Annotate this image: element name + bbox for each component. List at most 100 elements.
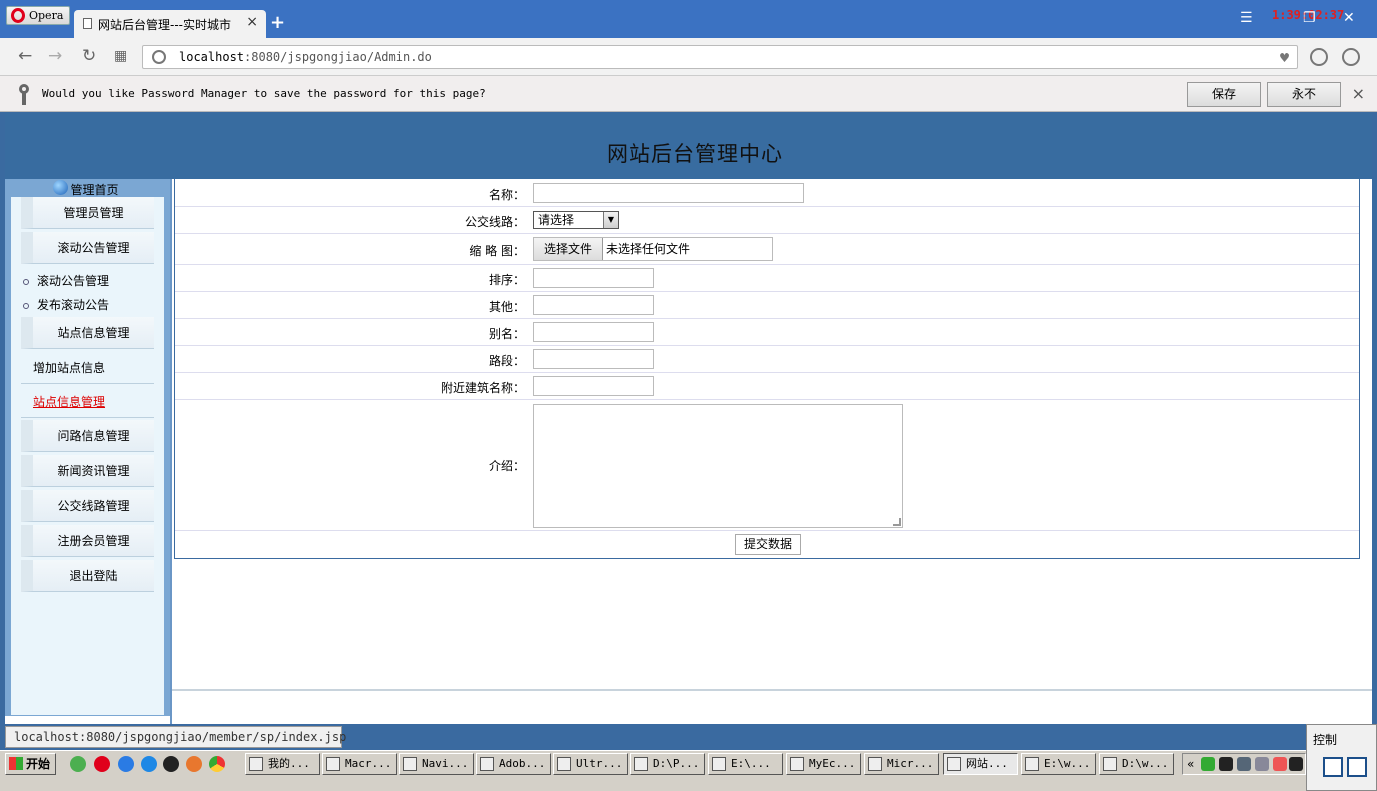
qq-icon[interactable]: [163, 756, 179, 772]
app-icon: [326, 757, 340, 771]
close-window-icon[interactable]: ✕: [1343, 10, 1355, 26]
opera-menu-button[interactable]: Opera: [6, 6, 70, 25]
form-row-intro: 介绍：: [175, 400, 1359, 531]
tab-active[interactable]: 网站后台管理---实时城市 ×: [74, 10, 266, 38]
heart-icon[interactable]: ♥: [1280, 47, 1289, 69]
network-icon[interactable]: [1237, 757, 1251, 771]
task-label: Ultr...: [576, 757, 623, 770]
tab-menu-icon[interactable]: ☰: [1240, 10, 1253, 26]
main-content: 名称： 公交线路： 请选择 ▼ 缩 略 图： 选择文件 未选择任何文件 排序： …: [170, 179, 1372, 724]
task-item[interactable]: Micr...: [864, 753, 939, 775]
choose-file-button[interactable]: 选择文件: [534, 238, 603, 260]
form-row-route: 公交线路： 请选择 ▼: [175, 207, 1359, 234]
task-label: Navi...: [422, 757, 469, 770]
sidebar-item-notice[interactable]: 滚动公告管理: [21, 232, 154, 264]
volume-icon[interactable]: [1255, 757, 1269, 771]
tray-expand-icon[interactable]: «: [1187, 757, 1194, 771]
sidebar-subitem-notice-publish[interactable]: 发布滚动公告: [23, 296, 109, 313]
sidebar-link-station-manage[interactable]: 站点信息管理: [21, 386, 154, 418]
task-item[interactable]: D:\w...: [1099, 753, 1174, 775]
tray-app-icon[interactable]: [1201, 757, 1215, 771]
control-panel: 控制: [1306, 724, 1377, 791]
ie-icon[interactable]: [118, 756, 134, 772]
route-label: 公交线路：: [464, 215, 525, 229]
address-bar: ← → ↻ ▦ localhost:8080/jspgongjiao/Admin…: [0, 38, 1377, 76]
never-save-button[interactable]: 永不: [1267, 82, 1341, 107]
thumbnail-file-input[interactable]: 选择文件 未选择任何文件: [533, 237, 773, 261]
pause-icon[interactable]: [1323, 757, 1343, 777]
sidebar-subitem-notice-manage[interactable]: 滚动公告管理: [23, 272, 109, 289]
control-label: 控制: [1313, 733, 1338, 747]
name-input[interactable]: [533, 183, 804, 203]
task-item[interactable]: D:\P...: [630, 753, 705, 775]
alias-input[interactable]: [533, 322, 654, 342]
building-input[interactable]: [533, 376, 654, 396]
browser-s-icon[interactable]: [141, 756, 157, 772]
app-icon: [790, 757, 804, 771]
task-label: 网站...: [966, 757, 1008, 770]
tray-app-icon[interactable]: [1273, 757, 1287, 771]
hover-url-status: localhost:8080/jspgongjiao/member/sp/ind…: [5, 726, 346, 748]
sidebar-item-bus-routes[interactable]: 公交线路管理: [21, 490, 154, 522]
order-label: 排序：: [488, 273, 525, 287]
stop-icon[interactable]: [1347, 757, 1367, 777]
chrome-icon[interactable]: [209, 756, 225, 772]
start-button[interactable]: 开始: [5, 753, 56, 775]
reload-icon[interactable]: ↻: [82, 46, 96, 66]
segment-input[interactable]: [533, 349, 654, 369]
app-icon: [868, 757, 882, 771]
start-label: 开始: [26, 757, 51, 771]
account-icon[interactable]: [1342, 48, 1360, 66]
sidebar-item-station[interactable]: 站点信息管理: [21, 317, 154, 349]
sidebar-item-directions[interactable]: 问路信息管理: [21, 420, 154, 452]
forward-icon[interactable]: →: [48, 46, 62, 66]
task-item[interactable]: Macr...: [322, 753, 397, 775]
firefox-icon[interactable]: [186, 756, 202, 772]
alias-label: 别名：: [488, 327, 525, 341]
task-item[interactable]: E:\...: [708, 753, 783, 775]
task-item[interactable]: 我的...: [245, 753, 320, 775]
sidebar-item-logout[interactable]: 退出登陆: [21, 560, 154, 592]
sidebar-home[interactable]: 管理首页: [5, 179, 170, 199]
sidebar-item-admin[interactable]: 管理员管理: [21, 197, 154, 229]
ie-green-icon[interactable]: [70, 756, 86, 772]
task-item[interactable]: Navi...: [399, 753, 474, 775]
task-item[interactable]: MyEc...: [786, 753, 861, 775]
qq-tray-icon[interactable]: [1219, 757, 1233, 771]
submit-button[interactable]: 提交数据: [735, 534, 801, 555]
task-label: D:\P...: [653, 757, 700, 770]
task-item[interactable]: Ultr...: [553, 753, 628, 775]
speed-dial-icon[interactable]: ▦: [114, 48, 127, 64]
header-banner: 网站后台管理中心: [5, 113, 1372, 179]
task-label: 我的...: [268, 757, 310, 770]
password-prompt-message: Would you like Password Manager to save …: [42, 87, 486, 100]
sidebar-item-news[interactable]: 新闻资讯管理: [21, 455, 154, 487]
qq-tray-icon[interactable]: [1289, 757, 1303, 771]
opera-quicklaunch-icon[interactable]: [94, 756, 110, 772]
route-select[interactable]: 请选择 ▼: [533, 211, 619, 229]
task-item[interactable]: E:\w...: [1021, 753, 1096, 775]
sidebar-item-label: 滚动公告管理: [57, 241, 130, 255]
intro-textarea[interactable]: [533, 404, 903, 528]
url-input[interactable]: localhost:8080/jspgongjiao/Admin.do ♥: [142, 45, 1298, 69]
task-item-active[interactable]: 网站...: [943, 753, 1018, 775]
back-icon[interactable]: ←: [18, 46, 32, 66]
resize-handle-icon[interactable]: [893, 518, 901, 526]
sidebar-item-label: 注册会员管理: [57, 534, 130, 548]
order-input[interactable]: [533, 268, 654, 288]
sidebar-item-members[interactable]: 注册会员管理: [21, 525, 154, 557]
tab-close-icon[interactable]: ×: [246, 14, 258, 30]
close-password-bar-icon[interactable]: ×: [1352, 84, 1365, 103]
other-input[interactable]: [533, 295, 654, 315]
site-info-icon[interactable]: [152, 50, 166, 64]
folder-icon: [1025, 757, 1039, 771]
taskbar: 开始 我的... Macr... Navi... Adob... Ultr...…: [0, 750, 1306, 791]
thumbnail-label: 缩 略 图：: [469, 244, 525, 258]
sidebar-link-add-station[interactable]: 增加站点信息: [21, 352, 154, 384]
restore-window-icon[interactable]: ❐: [1303, 10, 1316, 26]
download-icon[interactable]: [1310, 48, 1328, 66]
new-tab-button[interactable]: +: [270, 12, 285, 33]
save-password-button[interactable]: 保存: [1187, 82, 1261, 107]
chevron-down-icon[interactable]: ▼: [603, 212, 618, 228]
task-item[interactable]: Adob...: [476, 753, 551, 775]
